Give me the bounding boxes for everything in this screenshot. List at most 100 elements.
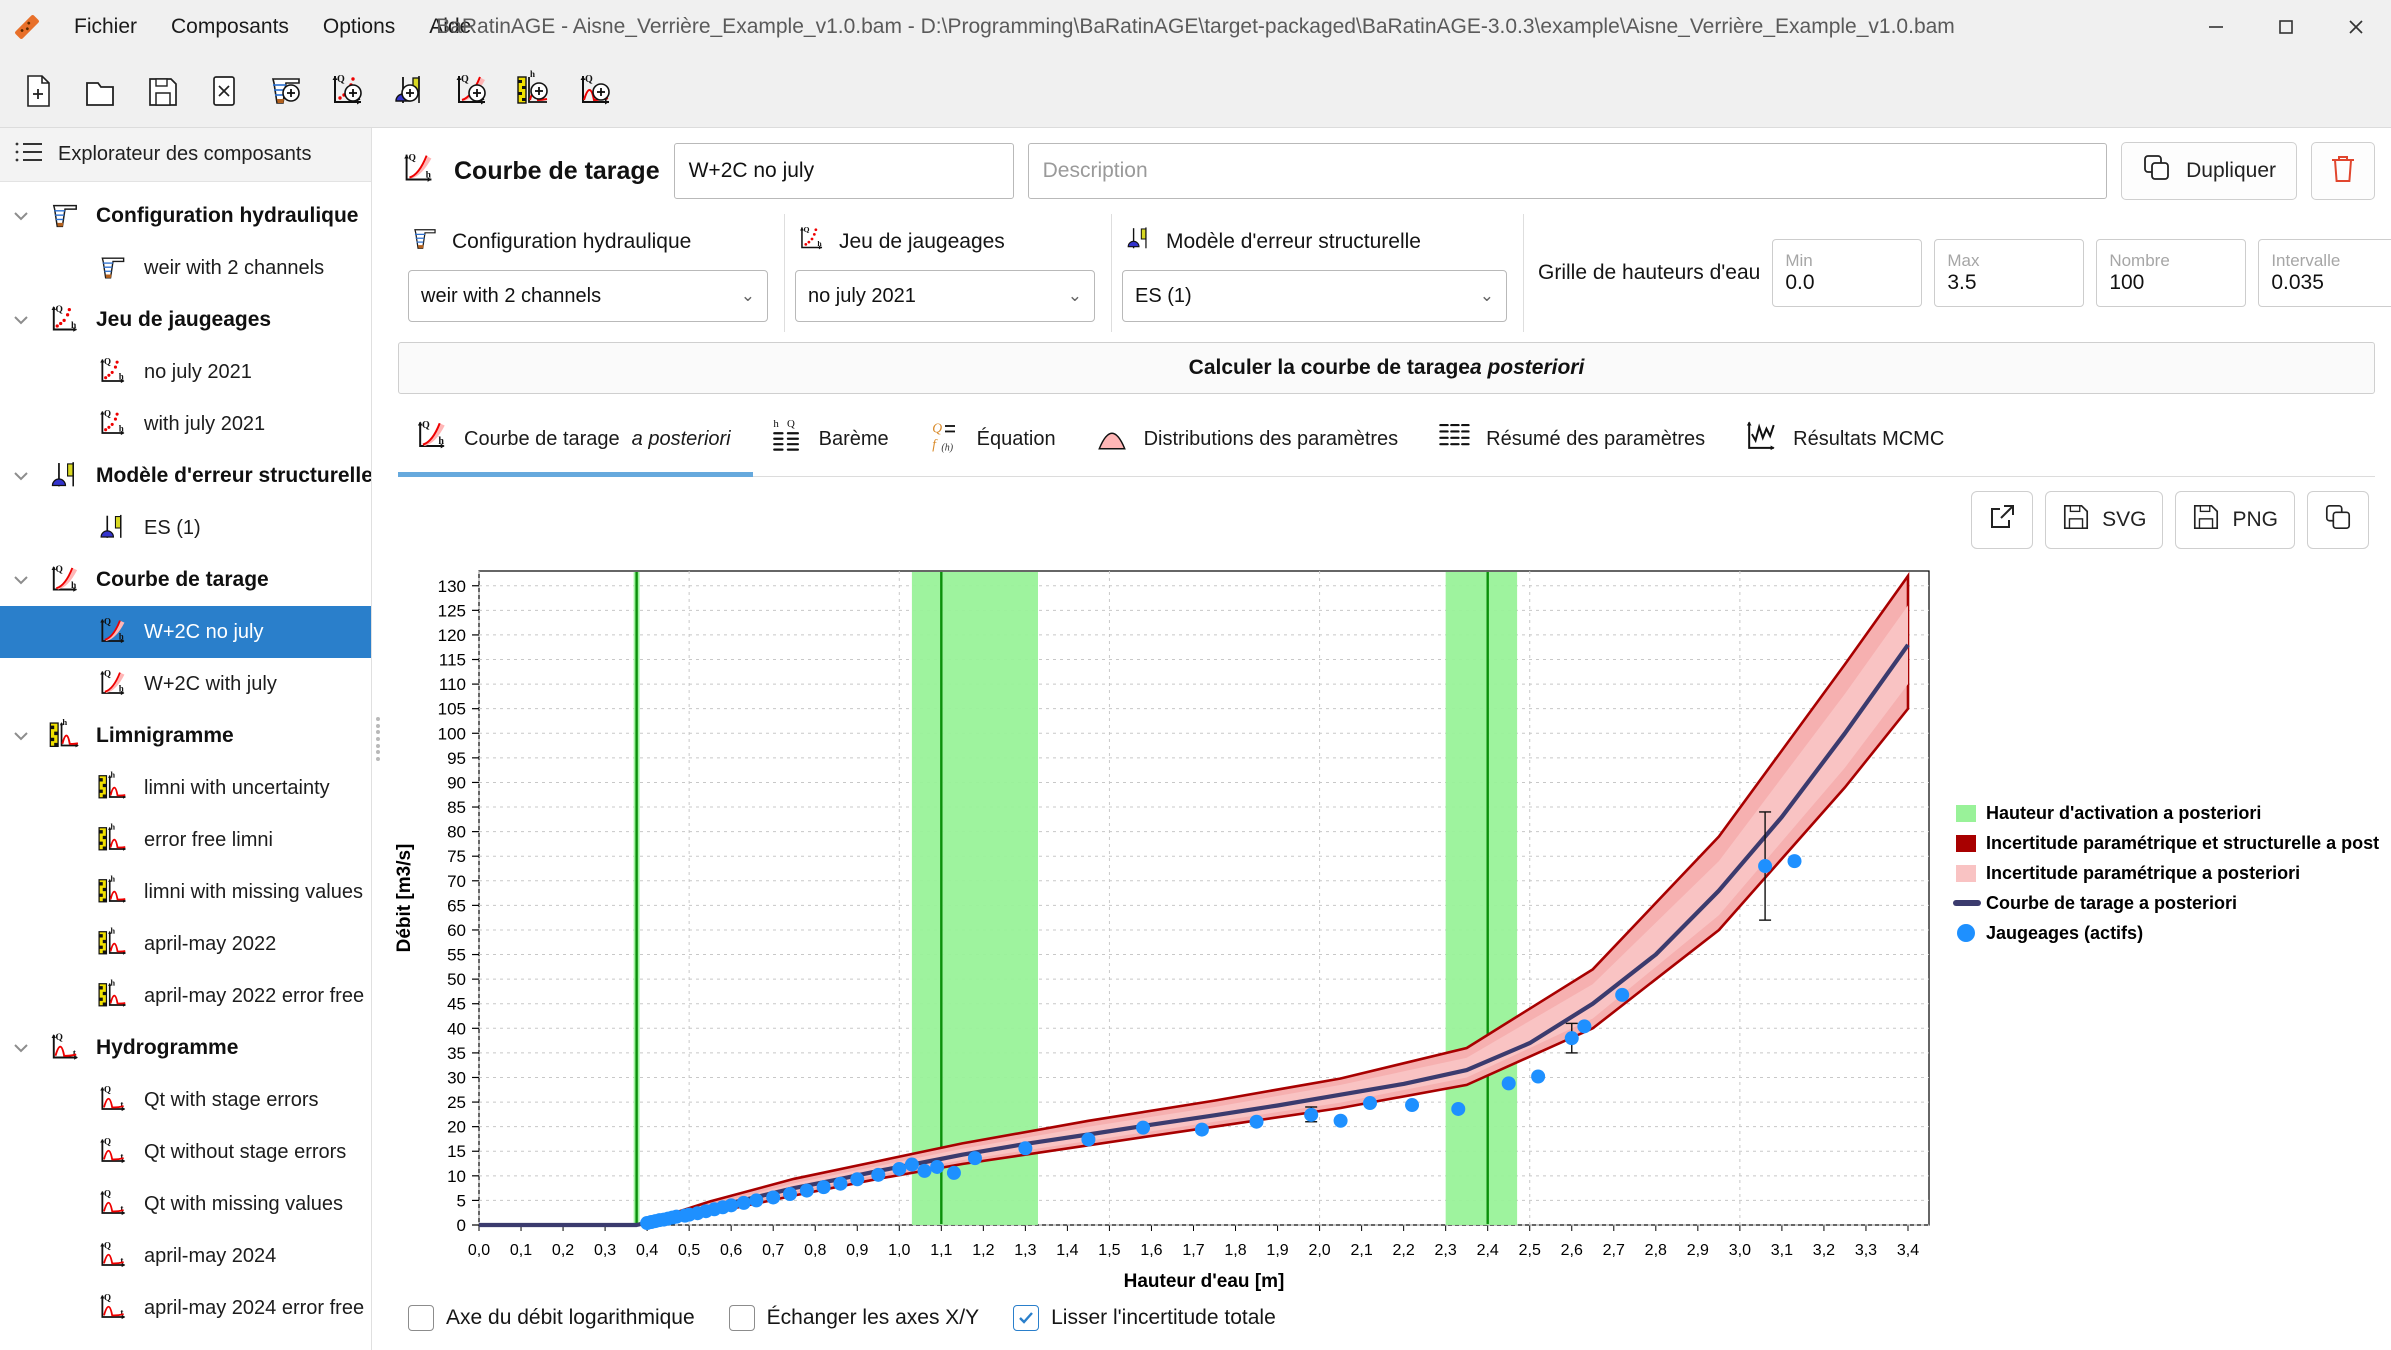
grid-count-placeholder: Nombre [2109, 251, 2170, 270]
ytick-label: 130 [438, 577, 466, 596]
tree-item-no-july-2021[interactable]: Qh no july 2021 [0, 346, 371, 398]
chevron-down-icon[interactable] [8, 567, 34, 593]
add-structural-error-model-icon[interactable] [382, 63, 438, 119]
gauging-point [1758, 859, 1773, 874]
menu-item-aide[interactable]: Aide [415, 9, 485, 45]
add-limnigraph-icon[interactable]: h [506, 63, 562, 119]
error-model-select[interactable]: ES (1) ⌄ [1122, 270, 1507, 322]
xtick-label: 1,6 [1140, 1242, 1162, 1259]
gauging-point [892, 1161, 907, 1176]
tab-quation[interactable]: Qf (h) Équation [911, 406, 1078, 476]
tree-item-qt-with-missing-values[interactable]: Qt Qt with missing values [0, 1178, 371, 1230]
component-name-input[interactable]: W+2C no july [673, 143, 1014, 199]
tree-item-w-2c-no-july[interactable]: Qh W+2C no july [0, 606, 371, 658]
minimize-button[interactable] [2181, 0, 2251, 54]
gauging-point [1577, 1019, 1592, 1034]
tree-item-label: april-may 2022 error free [144, 984, 365, 1007]
tree-item-courbe-de-tarage[interactable]: Qh Courbe de tarage [0, 554, 371, 606]
tree-item-april-may-2022-error-free[interactable]: h april-may 2022 error free [0, 970, 371, 1022]
component-description-input[interactable]: Description [1027, 143, 2108, 199]
tree-item-es-1[interactable]: ES (1) [0, 502, 371, 554]
sidebar-splitter[interactable] [372, 128, 384, 1350]
tree-item-error-free-limni[interactable]: h error free limni [0, 814, 371, 866]
svg-text:h: h [119, 683, 124, 693]
add-gauging-set-icon[interactable]: Q h [320, 63, 376, 119]
gauging-point [1451, 1101, 1466, 1116]
chevron-down-icon[interactable] [8, 1035, 34, 1061]
hydraulic-config-select[interactable]: weir with 2 channels ⌄ [408, 270, 768, 322]
limnigraph-icon: h [92, 924, 134, 964]
delete-button[interactable] [2311, 142, 2375, 200]
xtick-label: 3,0 [1729, 1242, 1751, 1259]
duplicate-button[interactable]: Dupliquer [2121, 142, 2297, 200]
export-svg-button[interactable]: SVG [2045, 491, 2164, 549]
add-hydrograph-icon[interactable]: Q t [568, 63, 624, 119]
tree-item-weir-with-2-channels[interactable]: weir with 2 channels [0, 242, 371, 294]
tab-r-sum-des-param-tres[interactable]: Résumé des paramètres [1420, 406, 1727, 476]
copy-chart-button[interactable] [2307, 491, 2369, 549]
svg-text:Q: Q [104, 1085, 111, 1095]
tree-item-qt-with-stage-errors[interactable]: Qt Qt with stage errors [0, 1074, 371, 1126]
rating-curve-chart[interactable]: 0,0 0,1 0,2 0,3 0,4 0,5 0,6 0,7 0,8 0,9 1,0 1,1 1,2 1… [384, 549, 2391, 1292]
component-explorer-header: Explorateur des composants [0, 128, 371, 182]
gauging-point [833, 1176, 848, 1191]
tree-item-qt-without-stage-errors[interactable]: Qt Qt without stage errors [0, 1126, 371, 1178]
tree-item-label: Modèle d'erreur structurelle [96, 464, 371, 487]
xtick-label: 2,5 [1519, 1242, 1541, 1259]
grid-min-field[interactable]: Min 0.0 [1772, 239, 1923, 307]
tree-item-with-july-2021[interactable]: Qh with july 2021 [0, 398, 371, 450]
mcmc-icon [1741, 416, 1781, 462]
maximize-button[interactable] [2251, 0, 2321, 54]
tree-item-hydrogramme[interactable]: Qt Hydrogramme [0, 1022, 371, 1074]
tab-courbe-de-tarage[interactable]: Qh Courbe de tarage a posteriori [398, 406, 753, 477]
add-rating-curve-icon[interactable]: Q h [444, 63, 500, 119]
tab-distributions-des-param-tres[interactable]: Distributions des paramètres [1078, 406, 1421, 476]
save-icon[interactable] [134, 63, 190, 119]
tree-item-limni-with-uncertainty[interactable]: h limni with uncertainty [0, 762, 371, 814]
gauging-set-select[interactable]: no july 2021 ⌄ [795, 270, 1095, 322]
svg-text:Q: Q [56, 305, 63, 315]
menu-item-composants[interactable]: Composants [157, 9, 303, 45]
new-file-icon[interactable] [10, 63, 66, 119]
open-external-button[interactable] [1971, 491, 2034, 549]
close-button[interactable] [2321, 0, 2391, 54]
export-png-button[interactable]: PNG [2175, 491, 2295, 549]
compute-rating-curve-button[interactable]: Calculer la courbe de tarage a posterior… [398, 342, 2375, 394]
tree-item-w-2c-with-july[interactable]: Qh W+2C with july [0, 658, 371, 710]
chevron-down-icon[interactable] [8, 307, 34, 333]
component-tree: Configuration hydraulique weir with 2 cha… [0, 182, 371, 1350]
open-folder-icon[interactable] [72, 63, 128, 119]
tree-item-label: W+2C no july [144, 620, 264, 643]
close-file-icon[interactable] [196, 63, 252, 119]
chevron-down-icon[interactable] [8, 203, 34, 229]
tree-item-limnigramme[interactable]: h Limnigramme [0, 710, 371, 762]
tab-bar-me[interactable]: h Q Barème [753, 406, 911, 476]
grid-interval-field[interactable]: Intervalle 0.035 [2258, 239, 2391, 307]
rating-curve-icon: Qh [92, 664, 134, 704]
tree-item-limni-with-missing-values[interactable]: h limni with missing values [0, 866, 371, 918]
tree-item-configuration-hydraulique[interactable]: Configuration hydraulique [0, 190, 371, 242]
tab-r-sultats-mcmc[interactable]: Résultats MCMC [1727, 406, 1966, 476]
xtick-label: 0,8 [804, 1242, 826, 1259]
grid-count-field[interactable]: Nombre 100 [2096, 239, 2247, 307]
grid-max-field[interactable]: Max 3.5 [1934, 239, 2085, 307]
svg-text:t: t [120, 1203, 123, 1213]
limnigraph-icon: h [92, 768, 134, 808]
tree-item-april-may-2022[interactable]: h april-may 2022 [0, 918, 371, 970]
gauging-point [967, 1151, 982, 1166]
svg-text:h: h [119, 631, 124, 641]
menu-item-fichier[interactable]: Fichier [60, 9, 151, 45]
tree-item-april-may-2024[interactable]: Qt april-may 2024 [0, 1230, 371, 1282]
tree-item-april-may-2024-error-free[interactable]: Qt april-may 2024 error free [0, 1282, 371, 1334]
component-explorer: Explorateur des composants Configuration… [0, 128, 372, 1350]
xtick-label: 3,1 [1771, 1242, 1793, 1259]
add-hydraulic-config-icon[interactable] [258, 63, 314, 119]
menu-item-options[interactable]: Options [309, 9, 409, 45]
tree-item-jeu-de-jaugeages[interactable]: Qh Jeu de jaugeages [0, 294, 371, 346]
chevron-down-icon[interactable] [8, 463, 34, 489]
chevron-down-icon[interactable] [8, 723, 34, 749]
tree-item-mod-le-d-erreur-structurelle[interactable]: Modèle d'erreur structurelle [0, 450, 371, 502]
